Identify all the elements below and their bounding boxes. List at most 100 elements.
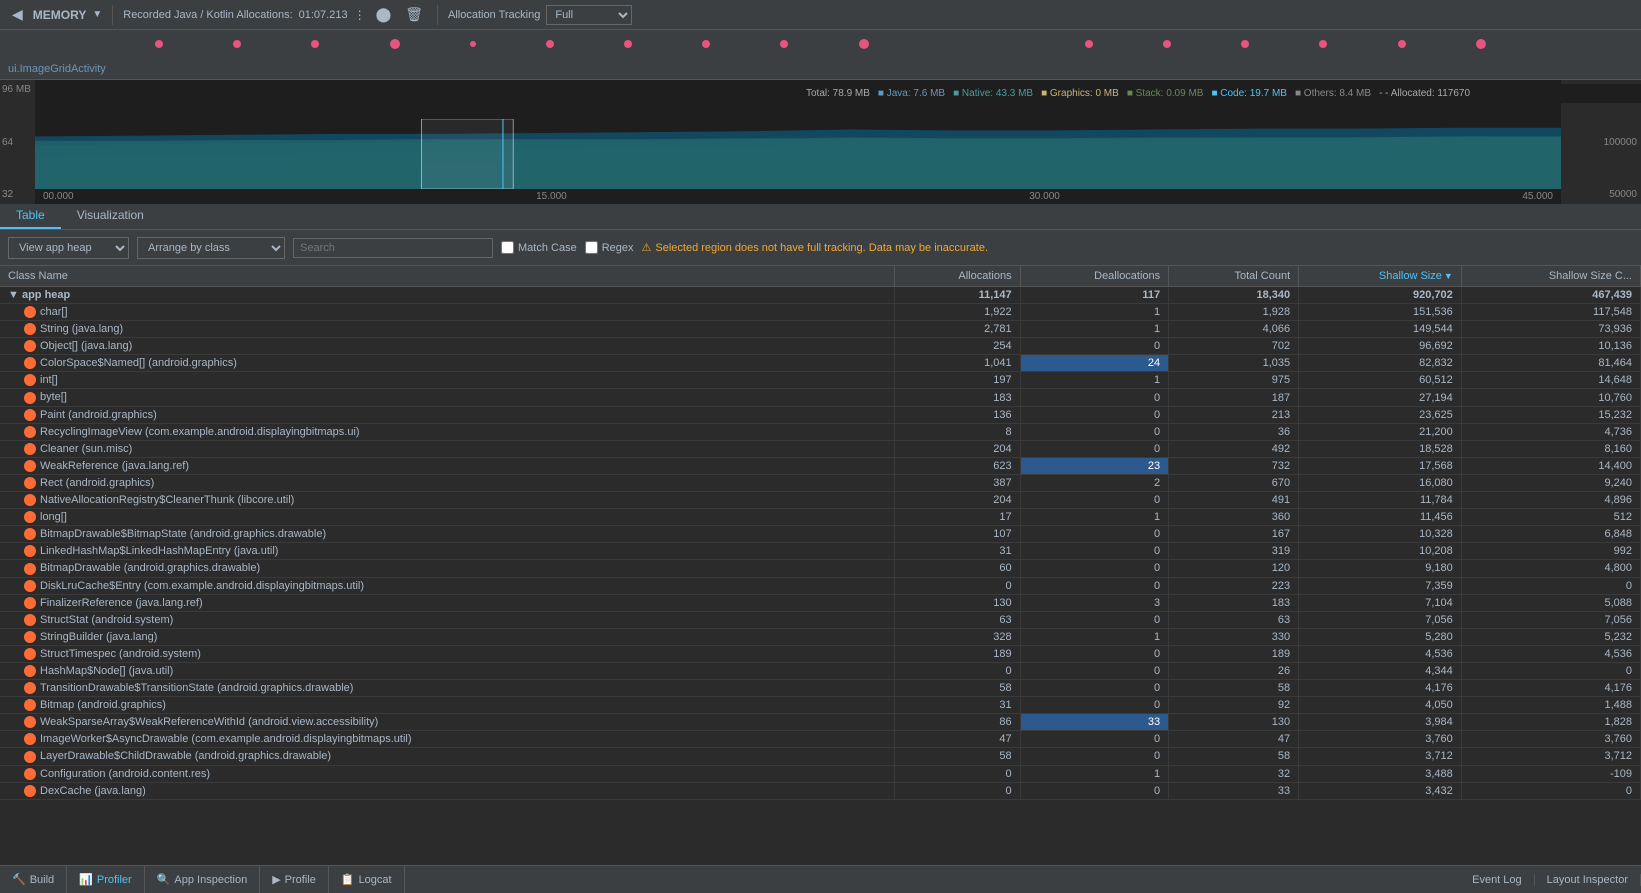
table-row[interactable]: Cleaner (sun.misc)204049218,5288,160	[0, 440, 1641, 457]
delete-button[interactable]: 🗑	[401, 4, 427, 25]
class-icon	[24, 357, 36, 369]
regex-checkbox[interactable]: Regex	[585, 241, 634, 254]
memory-label: MEMORY	[33, 8, 87, 22]
status-logcat[interactable]: 📋 Logcat	[329, 866, 405, 893]
table-row[interactable]: WeakReference (java.lang.ref)6232373217,…	[0, 457, 1641, 474]
class-icon	[24, 323, 36, 335]
table-row[interactable]: long[]17136011,456512	[0, 509, 1641, 526]
class-icon	[24, 460, 36, 472]
app-heap-row[interactable]: ▼ app heap 11,147 117 18,340 920,702 467…	[0, 287, 1641, 304]
class-icon	[24, 665, 36, 677]
legend-code: ■ Code: 19.7 MB	[1211, 88, 1287, 99]
search-input[interactable]	[293, 238, 493, 258]
data-table-container: Class Name Allocations Deallocations Tot…	[0, 266, 1641, 865]
dot-15	[1398, 40, 1406, 48]
table-row[interactable]: Configuration (android.content.res)01323…	[0, 765, 1641, 782]
table-row[interactable]: Object[] (java.lang)254070296,69210,136	[0, 338, 1641, 355]
top-toolbar: ◀ MEMORY ▼ Recorded Java / Kotlin Alloca…	[0, 0, 1641, 30]
table-row[interactable]: NativeAllocationRegistry$CleanerThunk (l…	[0, 492, 1641, 509]
x-label-0: 00.000	[43, 191, 74, 202]
class-icon	[24, 751, 36, 763]
y-label-64: 64	[2, 137, 33, 148]
legend-allocated: - - Allocated: 117670	[1379, 88, 1470, 99]
table-row[interactable]: int[]197197560,51214,648	[0, 372, 1641, 389]
dot-8	[702, 40, 710, 48]
table-row[interactable]: LayerDrawable$ChildDrawable (android.gra…	[0, 748, 1641, 765]
status-app-inspection[interactable]: 🔍 App Inspection	[145, 866, 260, 893]
stop-button[interactable]: ⬤	[372, 4, 396, 25]
status-build[interactable]: 🔨 Build	[0, 866, 67, 893]
table-row[interactable]: WeakSparseArray$WeakReferenceWithId (and…	[0, 714, 1641, 731]
table-row[interactable]: Bitmap (android.graphics)310924,0501,488	[0, 697, 1641, 714]
activity-label: ui.ImageGridActivity	[0, 58, 1641, 80]
col-allocations[interactable]: Allocations	[895, 266, 1021, 287]
table-row[interactable]: StructStat (android.system)630637,0567,0…	[0, 611, 1641, 628]
table-row[interactable]: Paint (android.graphics)136021323,62515,…	[0, 406, 1641, 423]
col-shallow-size[interactable]: Shallow Size▼	[1299, 266, 1462, 287]
memory-chart: 96 MB 64 32 Total: 78.9 MB ■ Java: 7.6 M…	[0, 80, 1641, 204]
class-icon	[24, 528, 36, 540]
class-icon	[24, 340, 36, 352]
table-row[interactable]: Rect (android.graphics)387267016,0809,24…	[0, 474, 1641, 491]
back-button[interactable]: ◀	[8, 4, 27, 25]
table-row[interactable]: TransitionDrawable$TransitionState (andr…	[0, 680, 1641, 697]
table-row[interactable]: DexCache (java.lang)00333,4320	[0, 782, 1641, 799]
tab-visualization[interactable]: Visualization	[61, 204, 160, 229]
dot-13	[1241, 40, 1249, 48]
table-row[interactable]: char[]1,92211,928151,536117,548	[0, 304, 1641, 321]
status-right-items: Event Log Layout Inspector	[1460, 874, 1641, 886]
col-total-count[interactable]: Total Count	[1169, 266, 1299, 287]
table-row[interactable]: RecyclingImageView (com.example.android.…	[0, 423, 1641, 440]
table-row[interactable]: FinalizerReference (java.lang.ref)130318…	[0, 594, 1641, 611]
table-row[interactable]: String (java.lang)2,78114,066149,54473,9…	[0, 321, 1641, 338]
dot-1	[155, 40, 163, 48]
full-dropdown[interactable]: Full Sampled	[546, 5, 632, 25]
right-label-100k: 100000	[1565, 137, 1637, 148]
class-icon	[24, 306, 36, 318]
class-icon	[24, 648, 36, 660]
legend-total: Total: 78.9 MB	[806, 88, 870, 99]
match-case-checkbox[interactable]: Match Case	[501, 241, 577, 254]
logcat-icon: 📋	[341, 873, 355, 886]
dropdown-arrow-icon: ▼	[92, 9, 102, 20]
table-row[interactable]: HashMap$Node[] (java.util)00264,3440	[0, 662, 1641, 679]
view-heap-dropdown[interactable]: View app heap View JNI heap	[8, 237, 129, 259]
class-icon	[24, 682, 36, 694]
class-icon	[24, 699, 36, 711]
dot-7	[624, 40, 632, 48]
table-row[interactable]: ImageWorker$AsyncDrawable (com.example.a…	[0, 731, 1641, 748]
right-label-50k: 50000	[1565, 189, 1637, 200]
col-class-name[interactable]: Class Name	[0, 266, 895, 287]
table-row[interactable]: BitmapDrawable (android.graphics.drawabl…	[0, 560, 1641, 577]
class-icon	[24, 563, 36, 575]
table-header-row: Class Name Allocations Deallocations Tot…	[0, 266, 1641, 287]
tab-table[interactable]: Table	[0, 204, 61, 229]
app-inspection-icon: 🔍	[157, 873, 171, 886]
table-row[interactable]: byte[]183018727,19410,760	[0, 389, 1641, 406]
controls-bar: View app heap View JNI heap Arrange by c…	[0, 230, 1641, 266]
class-icon	[24, 374, 36, 386]
table-row[interactable]: ColorSpace$Named[] (android.graphics)1,0…	[0, 355, 1641, 372]
class-icon	[24, 426, 36, 438]
col-deallocations[interactable]: Deallocations	[1020, 266, 1169, 287]
class-icon	[24, 597, 36, 609]
status-profiler[interactable]: 📊 Profiler	[67, 866, 145, 893]
legend-others: ■ Others: 8.4 MB	[1295, 88, 1371, 99]
dot-10	[859, 39, 869, 49]
y-label-96: 96 MB	[2, 84, 33, 95]
table-row[interactable]: StructTimespec (android.system)18901894,…	[0, 645, 1641, 662]
arrange-dropdown[interactable]: Arrange by class Arrange by callstack	[137, 237, 285, 259]
dots-bar	[0, 30, 1641, 58]
table-row[interactable]: BitmapDrawable$BitmapState (android.grap…	[0, 526, 1641, 543]
status-event-log[interactable]: Event Log	[1460, 874, 1535, 886]
table-row[interactable]: DiskLruCache$Entry (com.example.android.…	[0, 577, 1641, 594]
status-profile[interactable]: ▶ Profile	[260, 866, 329, 893]
status-layout-inspector[interactable]: Layout Inspector	[1535, 874, 1641, 886]
class-icon	[24, 545, 36, 557]
dot-9	[780, 40, 788, 48]
col-shallow-size-c[interactable]: Shallow Size C...	[1461, 266, 1640, 287]
table-row[interactable]: LinkedHashMap$LinkedHashMapEntry (java.u…	[0, 543, 1641, 560]
legend-java: ■ Java: 7.6 MB	[878, 88, 945, 99]
table-row[interactable]: StringBuilder (java.lang)32813305,2805,2…	[0, 628, 1641, 645]
legend-graphics: ■ Graphics: 0 MB	[1041, 88, 1119, 99]
